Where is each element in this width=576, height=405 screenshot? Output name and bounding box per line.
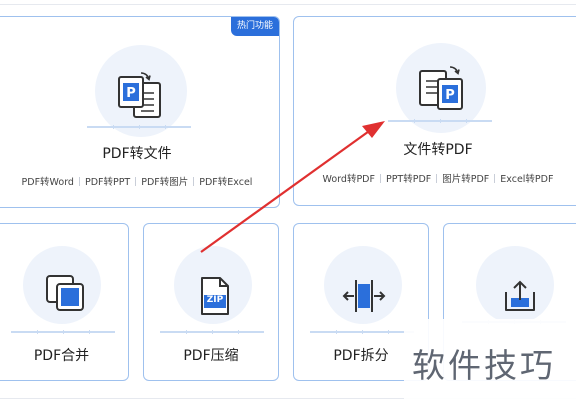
merge-icon <box>46 275 84 311</box>
separator <box>193 177 195 186</box>
svg-text:P: P <box>445 88 455 103</box>
zip-label: ZIP <box>206 295 224 305</box>
icon-baseline <box>160 330 264 334</box>
separator <box>494 174 496 183</box>
document-to-pdf-icon: P <box>419 66 463 110</box>
option-excel-to-pdf[interactable]: Excel转PDF <box>500 174 553 185</box>
pdf-to-document-icon: P <box>118 72 161 118</box>
watermark-text: 软件技巧 <box>412 346 556 385</box>
option-pdf-to-excel[interactable]: PDF转Excel <box>199 177 252 188</box>
pdf-to-file-options: PDF转Word PDF转PPT PDF转图片 PDF转Excel <box>0 174 279 188</box>
pdf-merge-card[interactable]: PDF合并 <box>0 223 129 381</box>
pdf-to-file-card[interactable]: 热门功能 P PDF转文件 PDF转Word PDF转PPT PDF转图片 PDF转E… <box>0 16 280 208</box>
separator <box>379 174 381 183</box>
pdf-compress-title: PDF压缩 <box>183 348 239 364</box>
option-ppt-to-pdf[interactable]: PPT转PDF <box>386 174 431 185</box>
icon-baseline <box>388 119 492 123</box>
top-divider <box>0 4 576 5</box>
svg-text:P: P <box>126 86 136 101</box>
icon-baseline <box>87 125 191 129</box>
separator <box>135 177 137 186</box>
upload-icon <box>505 280 535 311</box>
separator <box>436 174 438 183</box>
icon-baseline <box>310 330 414 334</box>
option-image-to-pdf[interactable]: 图片转PDF <box>442 174 489 185</box>
watermark: 软件技巧 <box>404 319 576 399</box>
pdf-to-file-title: PDF转文件 <box>102 146 172 162</box>
option-pdf-to-image[interactable]: PDF转图片 <box>141 177 188 188</box>
option-word-to-pdf[interactable]: Word转PDF <box>323 174 375 185</box>
file-to-pdf-card[interactable]: P 文件转PDF Word转PDF PPT转PDF 图片转PDF Excel转PDF <box>293 16 576 206</box>
hot-feature-badge: 热门功能 <box>230 17 279 36</box>
pdf-compress-card[interactable]: ZIP PDF压缩 <box>143 223 279 381</box>
option-pdf-to-ppt[interactable]: PDF转PPT <box>85 177 130 188</box>
pdf-merge-title: PDF合并 <box>33 348 90 364</box>
separator <box>78 177 80 186</box>
file-to-pdf-title: 文件转PDF <box>403 142 473 158</box>
option-pdf-to-word[interactable]: PDF转Word <box>22 177 74 188</box>
icon-baseline <box>11 330 115 334</box>
file-to-pdf-options: Word转PDF PPT转PDF 图片转PDF Excel转PDF <box>294 171 576 185</box>
split-icon <box>342 280 386 312</box>
